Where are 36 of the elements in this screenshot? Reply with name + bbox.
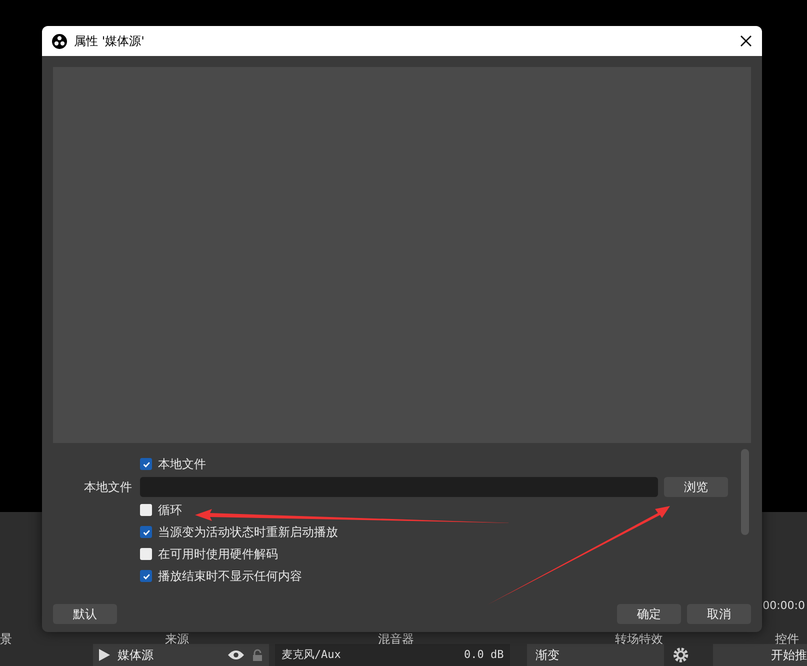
checkbox-label: 播放结束时不显示任何内容 bbox=[158, 568, 302, 585]
file-path-field[interactable] bbox=[140, 477, 658, 497]
checkbox-label: 在可用时使用硬件解码 bbox=[158, 546, 278, 563]
cancel-button[interactable]: 取消 bbox=[687, 604, 751, 624]
dock-title: 景 bbox=[0, 631, 12, 648]
start-button[interactable]: 开始推 bbox=[712, 644, 807, 666]
play-icon[interactable] bbox=[98, 649, 110, 661]
source-item[interactable]: 媒体源 bbox=[92, 644, 269, 666]
checkbox-label: 当源变为活动状态时重新启动播放 bbox=[158, 524, 338, 541]
check-icon bbox=[142, 528, 150, 536]
checkbox[interactable] bbox=[140, 570, 152, 582]
check-icon bbox=[142, 460, 150, 468]
lock-icon[interactable] bbox=[252, 649, 263, 661]
transition-select[interactable]: 渐变 bbox=[527, 644, 664, 666]
channel-name: 麦克风/Aux bbox=[281, 646, 341, 663]
check-icon bbox=[142, 572, 150, 580]
window-title: 属性 '媒体源' bbox=[74, 33, 144, 50]
checkbox-label: 本地文件 bbox=[158, 456, 206, 473]
timer-text: 00:00:0 bbox=[762, 598, 805, 614]
logo-icon bbox=[52, 34, 67, 48]
settings-icon[interactable] bbox=[672, 646, 690, 664]
close-icon[interactable] bbox=[740, 35, 752, 47]
checkbox[interactable] bbox=[140, 548, 152, 560]
source-name: 媒体源 bbox=[118, 647, 155, 664]
scrollbar[interactable] bbox=[741, 449, 749, 535]
ok-button[interactable]: 确定 bbox=[617, 604, 681, 624]
checkbox[interactable] bbox=[140, 526, 152, 538]
eye-icon[interactable] bbox=[228, 650, 244, 660]
volume-reading: 0.0 dB bbox=[464, 646, 504, 663]
default-button[interactable]: 默认 bbox=[53, 604, 117, 624]
checkbox[interactable] bbox=[140, 504, 152, 516]
browse-button[interactable]: 浏览 bbox=[664, 477, 728, 497]
field-label: 本地文件 bbox=[84, 480, 132, 494]
dock-title: 混音器 bbox=[378, 631, 414, 648]
checkbox[interactable] bbox=[140, 458, 152, 470]
checkbox-label: 循环 bbox=[158, 502, 182, 519]
